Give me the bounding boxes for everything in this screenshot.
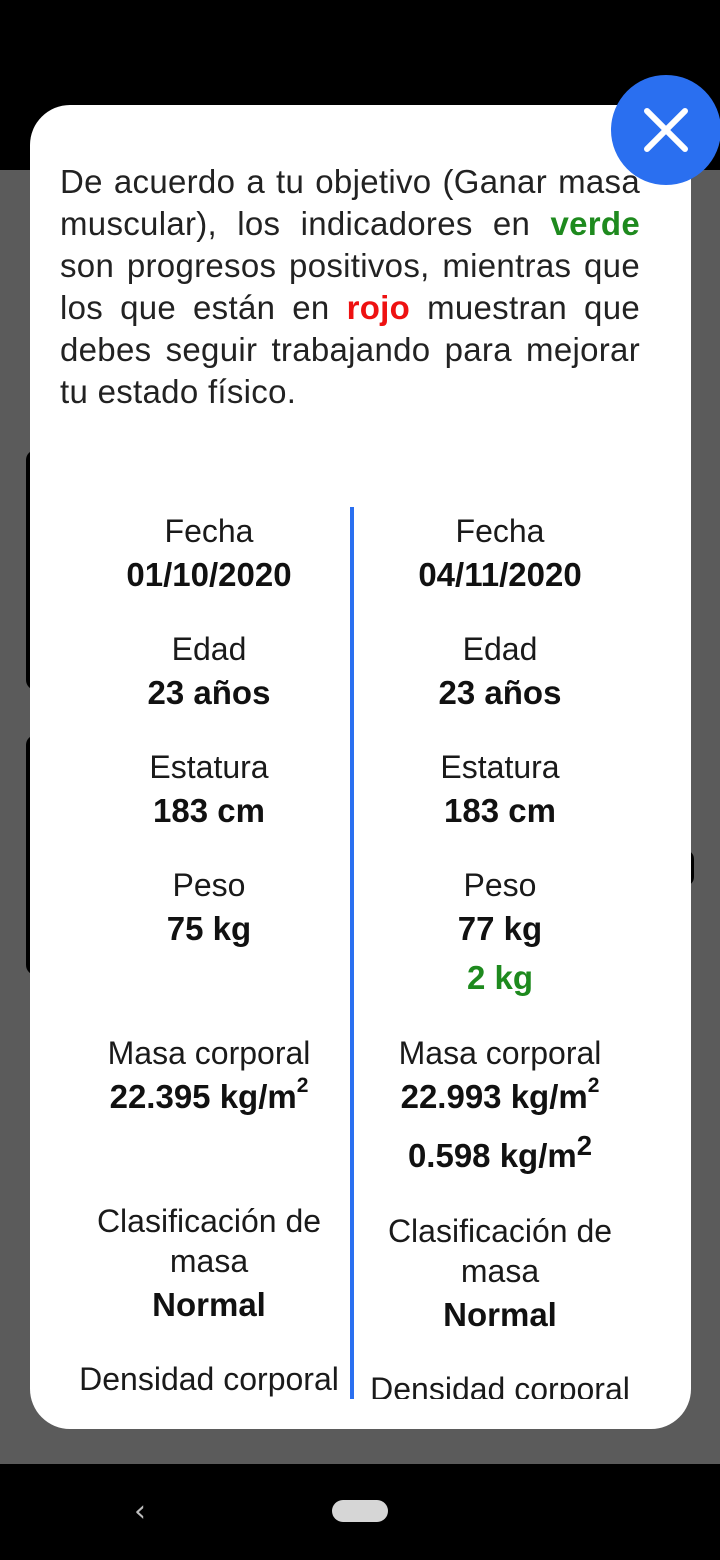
red-keyword: rojo (346, 289, 411, 326)
weight-label: Peso (463, 867, 537, 903)
bmi-label: Masa corporal (107, 1035, 311, 1071)
bmi-value: 22.993 kg/m2 (400, 1074, 600, 1115)
bmi-field: Masa corporal 22.395 kg/m2 (64, 1029, 354, 1121)
intro-text: De acuerdo a tu objetivo (Ganar masa mus… (60, 163, 641, 410)
column-divider (350, 507, 354, 1399)
weight-field: Peso 75 kg (64, 861, 354, 953)
density-label: Densidad corporal (79, 1361, 339, 1397)
date-label: Fecha (164, 513, 254, 549)
close-button[interactable] (611, 75, 720, 185)
previous-measurement-column: Fecha 01/10/2020 Edad 23 años Estatura 1… (64, 507, 354, 1399)
home-pill[interactable] (332, 1500, 388, 1522)
age-value: 23 años (438, 674, 562, 711)
current-measurement-column: Fecha 04/11/2020 Edad 23 años Estatura 1… (355, 507, 645, 1399)
density-label: Densidad corporal (370, 1371, 630, 1399)
height-label: Estatura (149, 749, 269, 785)
date-value: 01/10/2020 (126, 556, 292, 593)
mass-class-label: Clasificación de masa (387, 1213, 613, 1289)
bmi-label: Masa corporal (398, 1035, 602, 1071)
date-field: Fecha 01/10/2020 (64, 507, 354, 599)
date-field: Fecha 04/11/2020 (355, 507, 645, 599)
weight-field: Peso 77 kg 2 kg (355, 861, 645, 1003)
age-field: Edad 23 años (64, 625, 354, 717)
mass-class-label: Clasificación de masa (96, 1203, 322, 1279)
age-value: 23 años (147, 674, 271, 711)
age-field: Edad 23 años (355, 625, 645, 717)
date-value: 04/11/2020 (418, 556, 582, 593)
close-icon (644, 108, 688, 152)
height-value: 183 cm (153, 792, 265, 829)
height-field: Estatura 183 cm (64, 743, 354, 835)
height-value: 183 cm (444, 792, 556, 829)
weight-label: Peso (172, 867, 246, 903)
weight-value: 77 kg (457, 910, 543, 947)
density-field: Densidad corporal (355, 1365, 645, 1399)
mass-class-field: Clasificación de masa Normal (64, 1197, 354, 1329)
back-icon[interactable]: ‹ (128, 1494, 152, 1530)
comparison-scroll-area[interactable]: Fecha 01/10/2020 Edad 23 años Estatura 1… (30, 507, 691, 1399)
height-label: Estatura (440, 749, 560, 785)
height-field: Estatura 183 cm (355, 743, 645, 835)
bmi-delta: 0.598 kg/m2 (407, 1130, 593, 1174)
age-label: Edad (462, 631, 538, 667)
mass-class-value: Normal (443, 1296, 557, 1333)
age-label: Edad (171, 631, 247, 667)
weight-delta: 2 kg (466, 959, 534, 996)
mass-class-field: Clasificación de masa Normal (355, 1207, 645, 1339)
mass-class-value: Normal (152, 1286, 266, 1323)
green-keyword: verde (550, 205, 640, 242)
weight-value: 75 kg (166, 910, 252, 947)
density-field: Densidad corporal (64, 1355, 354, 1399)
date-label: Fecha (455, 513, 545, 549)
progress-info-dialog: De acuerdo a tu objetivo (Ganar masa mus… (30, 105, 691, 1429)
bmi-field: Masa corporal 22.993 kg/m2 0.598 kg/m2 (355, 1029, 645, 1181)
bmi-value: 22.395 kg/m2 (109, 1074, 309, 1115)
